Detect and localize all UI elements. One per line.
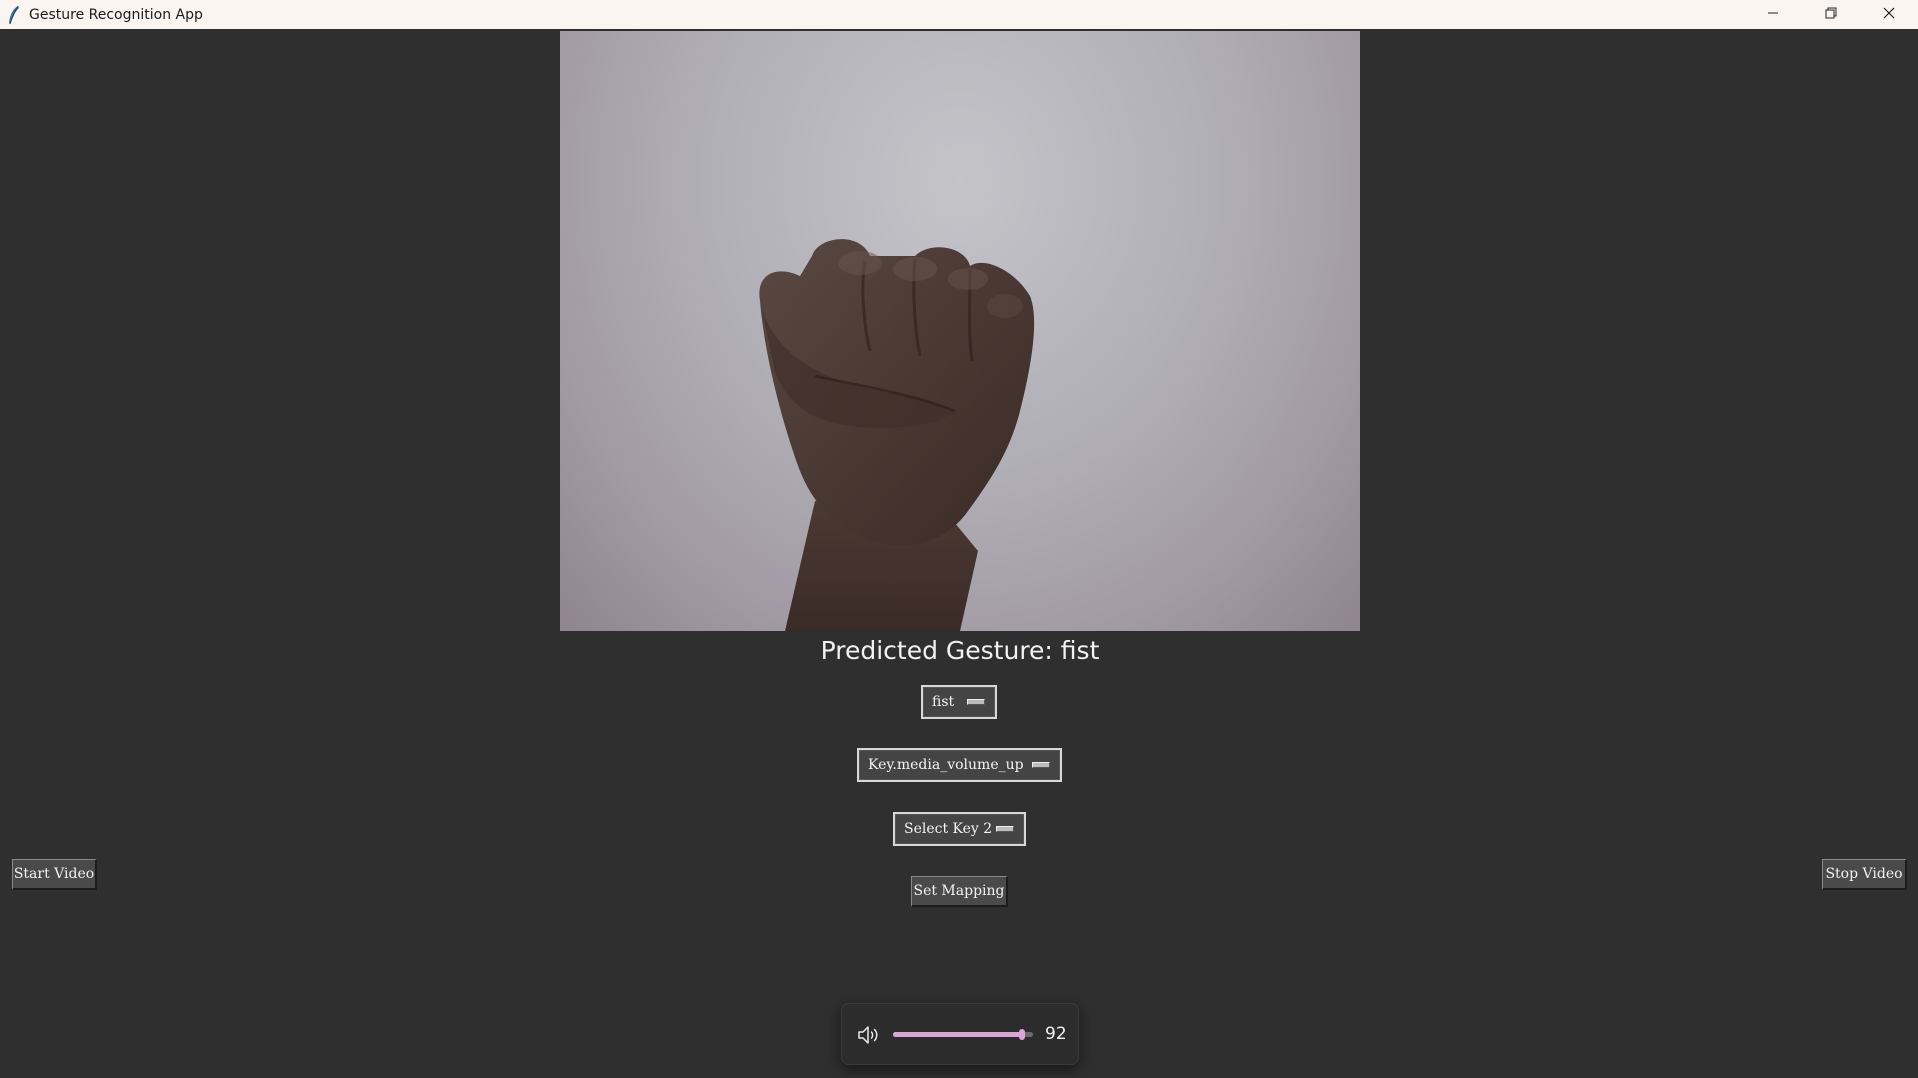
volume-slider-thumb[interactable] — [1018, 1029, 1025, 1040]
volume-flyout: 92 — [841, 1003, 1079, 1065]
volume-slider-fill — [893, 1032, 1022, 1037]
dropdown-indicator-icon — [996, 826, 1014, 832]
minimize-button[interactable] — [1744, 0, 1802, 29]
volume-slider[interactable] — [893, 1029, 1033, 1040]
gesture-dropdown-value: fist — [932, 694, 955, 710]
start-video-button[interactable]: Start Video — [12, 859, 97, 890]
key1-dropdown[interactable]: Key.media_volume_up — [857, 748, 1062, 782]
title-bar: Gesture Recognition App — [0, 0, 1918, 29]
set-mapping-button[interactable]: Set Mapping — [911, 876, 1008, 907]
key1-dropdown-value: Key.media_volume_up — [868, 757, 1024, 773]
restore-icon — [1825, 6, 1837, 23]
key2-dropdown[interactable]: Select Key 2 — [893, 812, 1026, 846]
video-feed — [560, 31, 1360, 631]
dropdown-indicator-icon — [967, 699, 985, 705]
app-window: Gesture Recognition App Predicted Gestur… — [0, 0, 1918, 1078]
predicted-gesture-label: Predicted Gesture: fist — [820, 636, 1100, 665]
close-button[interactable] — [1860, 0, 1918, 29]
window-title: Gesture Recognition App — [29, 6, 203, 23]
close-icon — [1883, 6, 1895, 23]
dropdown-indicator-icon — [1032, 762, 1050, 768]
feather-icon — [3, 4, 25, 26]
minimize-icon — [1767, 6, 1779, 23]
speaker-icon[interactable] — [856, 1023, 882, 1047]
fist-image — [759, 239, 1035, 631]
gesture-dropdown[interactable]: fist — [921, 685, 997, 719]
key2-dropdown-value: Select Key 2 — [904, 821, 993, 837]
stop-video-button[interactable]: Stop Video — [1822, 859, 1907, 890]
restore-button[interactable] — [1802, 0, 1860, 29]
volume-value: 92 — [1045, 1024, 1067, 1044]
window-controls — [1744, 0, 1918, 29]
